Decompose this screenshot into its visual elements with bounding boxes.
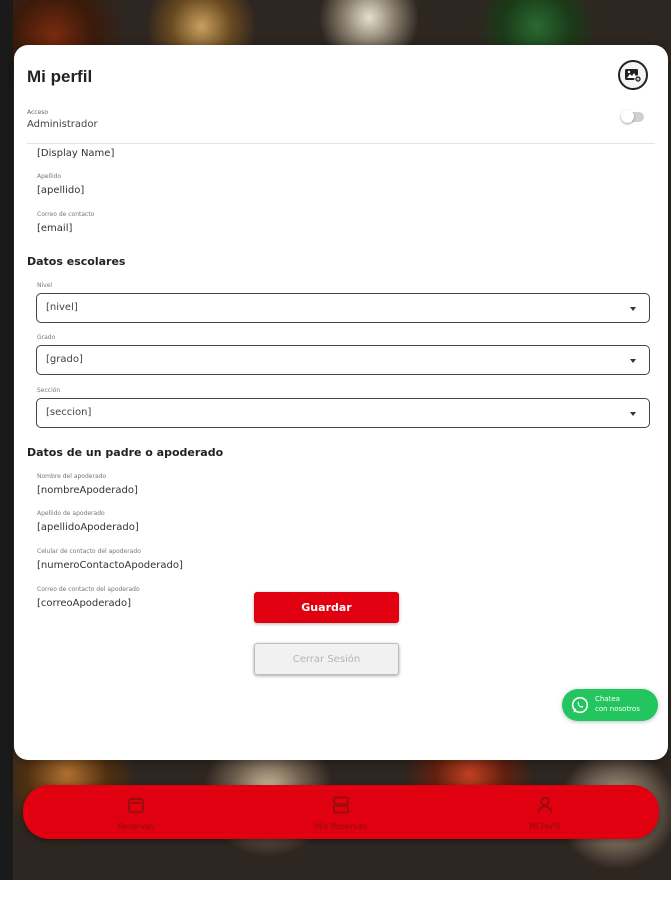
bottom-strip [0,880,671,900]
nav-item-reservas[interactable]: Reservas [76,795,196,835]
list-icon [333,796,349,814]
whatsapp-chat-button[interactable]: Chatea con nosotros [562,689,658,721]
last-name-label: Apellido [37,173,62,180]
toggle-knob [621,110,634,123]
save-button[interactable]: Guardar [254,592,399,623]
section-select-value: [seccion] [46,407,92,418]
user-icon [537,796,553,814]
chevron-down-icon [630,359,636,363]
guardian-last-name-value: [apellidoApoderado] [37,522,139,533]
section-label: Sección [37,387,61,394]
level-select-value: [nivel] [46,302,78,313]
guardian-email-label: Correo de contacto del apoderado [37,586,140,593]
level-label: Nivel [37,282,53,289]
image-edit-icon [625,69,642,83]
display-name-value: [Display Name] [37,148,115,159]
whatsapp-line-2: con nosotros [595,705,640,713]
grade-select-value: [grado] [46,354,83,365]
guardian-phone-label: Celular de contacto del apoderado [37,548,141,555]
chevron-down-icon [630,307,636,311]
calendar-icon [128,797,144,813]
whatsapp-line-1: Chatea [595,695,620,703]
profile-image-button[interactable] [618,60,648,90]
level-select[interactable]: [nivel] [36,293,650,323]
whatsapp-text: Chatea con nosotros [595,694,655,714]
school-section-title: Datos escolares [27,255,126,268]
chevron-down-icon [630,412,636,416]
guardian-phone-value: [numeroContactoApoderado] [37,560,183,571]
access-label: Acceso [27,109,49,116]
email-value: [email] [37,223,73,234]
nav-label-reservas: Reservas [117,822,155,831]
whatsapp-icon [571,696,589,714]
guardian-name-label: Nombre del apoderado [37,473,107,480]
window-edge [0,0,13,880]
guardian-last-name-label: Apellido de apoderado [37,510,105,517]
email-label: Correo de contacto [37,211,95,218]
nav-item-mi-perfil[interactable]: Mi Perfil [485,795,605,835]
page-title: Mi perfil [27,67,93,86]
bottom-navigation: Reservas Mis Reservas Mi Perfil [23,785,659,839]
access-toggle[interactable] [621,110,644,123]
section-select[interactable]: [seccion] [36,398,650,428]
nav-label-mi-perfil: Mi Perfil [529,822,561,831]
access-value: Administrador [27,119,98,130]
logout-button[interactable]: Cerrar Sesión [254,643,399,675]
nav-label-mis-reservas: Mis Reservas [314,822,368,831]
grade-label: Grado [37,334,56,341]
guardian-section-title: Datos de un padre o apoderado [27,446,224,459]
last-name-value: [apellido] [37,185,85,196]
divider [27,143,655,144]
nav-item-mis-reservas[interactable]: Mis Reservas [281,795,401,835]
guardian-name-value: [nombreApoderado] [37,485,138,496]
grade-select[interactable]: [grado] [36,345,650,375]
guardian-email-value: [correoApoderado] [37,598,132,609]
